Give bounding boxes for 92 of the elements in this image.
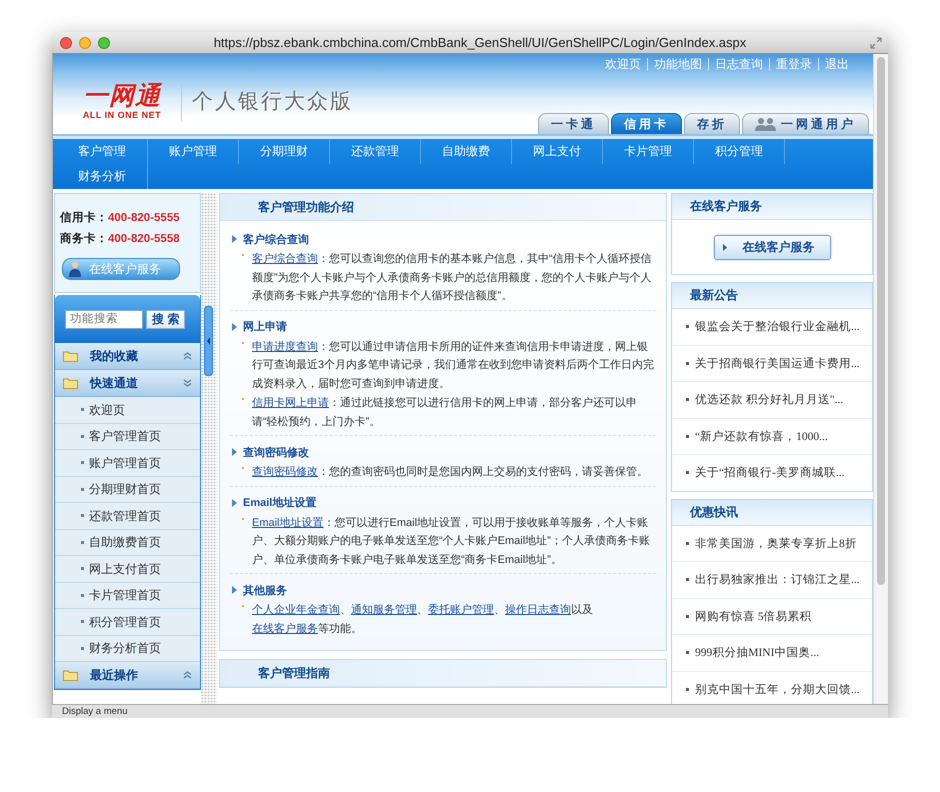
news-item[interactable]: 999积分抽MINI中国奥... (672, 635, 872, 672)
status-text: Display a menu (62, 706, 128, 718)
logo-subtitle: ALL IN ONE NET (82, 110, 162, 120)
window-title: https://pbsz.ebank.cmbchina.com/CmbBank_GenShell/UI/GenShellPC/Login/GenIndex.aspx (212, 35, 748, 50)
news-item[interactable]: 优选还款 积分好礼月月送"... (672, 382, 872, 418)
triangle-bullet-icon (232, 498, 237, 506)
section-heading: Email地址设置 (243, 496, 316, 510)
entry-text: 申请进度查询：您可以通过申请信用卡所用的证件来查询信用卡申请进度，网上银行可查询最近3个月内多笔申请记录，我们通常在收到您申请资料后两个工作日内完成资料录入，届时您可查询到申请进度。 (252, 340, 656, 392)
folder-icon (63, 377, 78, 389)
sidebar-group-header[interactable]: 我的收藏 (55, 343, 200, 370)
scrollbar[interactable] (873, 54, 888, 704)
entry-text: 信用卡网上申请：通过此链接您可以进行信用卡的网上申请，部分客户还可以申请“轻松预约，上门办卡”。 (252, 396, 638, 430)
double-chevron-up-icon (183, 352, 192, 360)
panel-title: 优惠快讯 (672, 500, 872, 526)
sidebar-item[interactable]: 财务分析首页 (55, 636, 200, 662)
sidebar-item[interactable]: 积分管理首页 (55, 609, 200, 636)
account-tab[interactable]: 信用卡 (611, 113, 682, 134)
online-service-button[interactable]: 在线客户服务 (714, 234, 830, 260)
entry-link[interactable]: 客户综合查询 (252, 253, 318, 265)
news-item[interactable]: 非常美国游，奥莱专享折上8折 (672, 526, 872, 562)
triangle-bullet-icon (232, 235, 237, 243)
sidebar-group-header[interactable]: 快速通道 (55, 370, 200, 397)
entry-link[interactable]: Email地址设置 (252, 516, 324, 528)
entry-link[interactable]: 通知服务管理 (351, 604, 417, 616)
sidebar-item[interactable]: 自助缴费首页 (55, 530, 200, 556)
folder-icon (63, 350, 78, 362)
collapse-handle[interactable] (204, 306, 213, 376)
triangle-bullet-icon (232, 448, 237, 456)
nav-item[interactable]: 账户管理 (148, 139, 239, 164)
search-button[interactable]: 搜 索 (146, 310, 186, 328)
entry-link[interactable]: 个人企业年金查询 (252, 604, 340, 616)
sidebar-item[interactable]: 账户管理首页 (55, 450, 200, 476)
hotline-text: 信用卡：400-820-5555 (60, 210, 181, 226)
entry-link[interactable]: 委托账户管理 (428, 604, 494, 616)
sidebar-group-header[interactable]: 最近操作 (55, 662, 200, 689)
section-heading: 其他服务 (243, 584, 287, 598)
entry-text: 客户综合查询：您可以查询您的信用卡的基本账户信息，其中“信用卡个人循环授信额度”为您个人卡账户与个人承债商务卡账户的总信用额度，您的个人卡账户与个人承债商务卡账户共享您的“信用卡个人循环授信额度”。 (252, 252, 653, 304)
sidebar-item[interactable]: 分期理财首页 (55, 476, 200, 503)
double-chevron-down-icon (183, 379, 192, 387)
news-item[interactable]: 关于“招商银行-美罗商城联... (672, 455, 872, 490)
zoom-button[interactable] (98, 36, 110, 48)
entry-text: 查询密码修改：您的查询密码也同时是您国内网上交易的支付密码，请妥善保管。 (252, 464, 649, 480)
section-heading: 查询密码修改 (243, 446, 309, 460)
triangle-bullet-icon (232, 586, 237, 594)
minimize-button[interactable] (79, 36, 91, 48)
nav-item[interactable]: 自助缴费 (421, 139, 512, 164)
news-item[interactable]: “新户还款有惊喜，1000... (672, 418, 872, 455)
entry-link[interactable]: 申请进度查询 (252, 340, 318, 352)
section-heading: 网上申请 (243, 320, 287, 334)
sidebar-item[interactable]: 卡片管理首页 (55, 582, 200, 609)
resize-icon[interactable] (870, 36, 882, 48)
nav-item[interactable]: 分期理财 (239, 139, 330, 164)
play-icon (722, 244, 726, 250)
nav-item[interactable]: 还款管理 (330, 139, 421, 164)
sidebar-item[interactable]: 网上支付首页 (55, 556, 200, 582)
users-icon (755, 117, 777, 131)
news-item[interactable]: 网购有惊喜 5倍易累积 (672, 598, 872, 635)
nav-item[interactable]: 客户管理 (57, 139, 148, 164)
nav-item[interactable]: 财务分析 (57, 164, 148, 189)
nav-item[interactable]: 积分管理 (694, 139, 785, 164)
account-tab[interactable]: 一网通用户 (742, 113, 869, 134)
nav-item[interactable]: 卡片管理 (603, 139, 694, 164)
news-item[interactable]: 出行易独家推出：订锦江之星... (672, 562, 872, 598)
search-field[interactable]: 功能搜索 (65, 310, 143, 328)
entry-text: 个人企业年金查询、通知服务管理、委托账户管理、操作日志查询以及 在线客户服务等功能。 (252, 602, 594, 636)
panel-title: 在线客户服务 (672, 194, 872, 220)
logo-text: 一网通 (83, 82, 161, 110)
account-tab[interactable]: 存折 (684, 113, 740, 134)
entry-link[interactable]: 在线客户服务 (252, 622, 318, 634)
person-icon (69, 261, 81, 277)
site-title: 个人银行大众版 (192, 89, 353, 115)
section-heading: 客户综合查询 (243, 232, 309, 246)
news-item[interactable]: 银监会关于整治银行业金融机... (672, 309, 872, 346)
entry-text: Email地址设置：您可以进行Email地址设置，可以用于接收账单等服务，个人卡账户、大额分期账户的电子账单发送至您“个人卡账户Email地址”；个人承债商务卡账户、单位承债商务卡账户电子账单发送至您“商务卡Email地址”。 (252, 516, 651, 568)
panel-title: 客户管理指南 (220, 660, 666, 687)
account-tab[interactable]: 一卡通 (538, 113, 609, 134)
entry-link[interactable]: 信用卡网上申请 (252, 397, 329, 409)
double-chevron-up-icon (183, 671, 192, 679)
entry-link[interactable]: 操作日志查询 (505, 604, 571, 616)
sidebar-item[interactable]: 客户管理首页 (55, 424, 200, 450)
nav-item[interactable]: 网上支付 (512, 139, 603, 164)
panel-title: 最新公告 (672, 283, 872, 309)
folder-icon (63, 669, 78, 681)
triangle-bullet-icon (232, 322, 237, 330)
news-item[interactable]: 关于招商银行美国运通卡费用... (672, 346, 872, 382)
sidebar-item[interactable]: 欢迎页 (55, 397, 200, 424)
news-item[interactable]: 别克中国十五年，分期大回馈... (672, 672, 872, 704)
sidebar-item[interactable]: 还款管理首页 (55, 503, 200, 530)
close-button[interactable] (60, 36, 72, 48)
panel-title: 客户管理功能介绍 (220, 194, 666, 221)
hotline-text: 商务卡：400-820-5558 (60, 231, 181, 247)
entry-link[interactable]: 查询密码修改 (252, 466, 318, 478)
